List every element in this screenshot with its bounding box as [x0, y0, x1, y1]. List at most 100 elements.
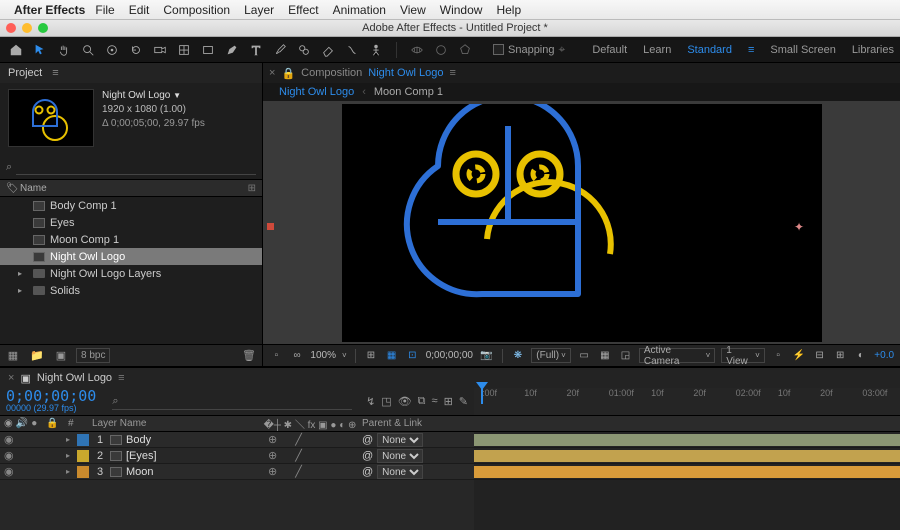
zoom-tool-icon[interactable] — [78, 40, 98, 60]
fast-preview-icon[interactable]: ⚡ — [791, 350, 806, 361]
draft3d-icon[interactable]: ◳ — [381, 395, 391, 408]
safe-zones-icon[interactable]: ⊡ — [405, 350, 420, 361]
video-toggle-icon[interactable]: ◉ — [4, 433, 14, 446]
project-list[interactable]: Body Comp 1EyesMoon Comp 1Night Owl Logo… — [0, 197, 262, 344]
comp-panel-tab[interactable]: × 🔒 Composition Night Owl Logo ≡ — [263, 63, 900, 83]
menu-composition[interactable]: Composition — [163, 3, 230, 17]
mask-icon[interactable] — [431, 40, 451, 60]
pixel-aspect-icon[interactable]: ▫ — [771, 350, 786, 361]
menu-layer[interactable]: Layer — [244, 3, 274, 17]
solo-column-icon[interactable]: ● — [31, 418, 37, 429]
selection-tool-icon[interactable] — [30, 40, 50, 60]
view-select[interactable]: 1 View˅ — [721, 348, 765, 363]
comp-mini-flowchart-icon[interactable]: ↯ — [366, 395, 375, 408]
bpc-toggle[interactable]: 8 bpc — [76, 348, 110, 363]
camera-select[interactable]: Active Camera˅ — [639, 348, 715, 363]
pickwhip-icon[interactable]: @ — [362, 450, 373, 462]
camera-tool-icon[interactable] — [150, 40, 170, 60]
label-color[interactable] — [77, 466, 89, 478]
project-panel-tab[interactable]: Project ≡ — [0, 63, 262, 83]
pan-behind-tool-icon[interactable] — [174, 40, 194, 60]
switches-column[interactable]: �┼ ✱ ＼ fx ▣ ● ◐ ⊕ — [262, 416, 358, 431]
project-item[interactable]: ▸Night Owl Logo Layers — [0, 265, 262, 282]
app-name[interactable]: After Effects — [14, 3, 85, 17]
snapping-toggle[interactable]: Snapping ⌖ — [493, 42, 565, 57]
brush-tool-icon[interactable] — [270, 40, 290, 60]
label-color[interactable] — [77, 434, 89, 446]
layer-row[interactable]: ◉ ▸ 3 Moon ⊕╱ @None — [0, 464, 900, 480]
comp-canvas[interactable] — [342, 104, 822, 342]
project-search-input[interactable] — [16, 159, 256, 175]
lock-column-icon[interactable]: 🔒 — [46, 418, 62, 429]
index-column[interactable]: # — [62, 418, 90, 429]
rectangle-tool-icon[interactable] — [198, 40, 218, 60]
reset-exposure-icon[interactable]: ◐ — [854, 350, 869, 361]
brainstorm-icon[interactable]: ✎ — [459, 395, 468, 408]
3d-icon[interactable]: ◲ — [618, 350, 633, 361]
mask-toggle-icon[interactable]: ∞ — [290, 350, 305, 361]
asset-thumbnail[interactable] — [8, 89, 94, 147]
snapshot-icon[interactable]: 📷 — [479, 350, 494, 361]
pickwhip-icon[interactable]: @ — [362, 466, 373, 478]
crumb-0[interactable]: Night Owl Logo — [271, 86, 362, 98]
zoom-button[interactable] — [38, 23, 48, 33]
label-column-icon[interactable]: 🏷 — [6, 183, 20, 194]
name-column-header[interactable]: Name — [20, 183, 47, 194]
motion-blur-icon[interactable]: ≈ — [432, 395, 438, 408]
close-panel-icon[interactable]: × — [269, 67, 275, 79]
label-color[interactable] — [77, 450, 89, 462]
snapping-checkbox[interactable] — [493, 44, 504, 55]
exposure-value[interactable]: +0.0 — [874, 350, 894, 361]
puppet-tool-icon[interactable] — [366, 40, 386, 60]
menu-view[interactable]: View — [400, 3, 426, 17]
traffic-lights[interactable] — [6, 23, 48, 33]
workspace-libraries[interactable]: Libraries — [852, 44, 894, 56]
video-column-icon[interactable]: ◉ — [4, 418, 13, 429]
grid-icon[interactable]: ⊞ — [364, 350, 379, 361]
workspace-smallscreen[interactable]: Small Screen — [770, 44, 835, 56]
graph-editor-icon[interactable]: ⊞ — [444, 395, 453, 408]
comp-viewer[interactable]: ✦ — [263, 101, 900, 344]
anchor-marker-icon[interactable]: ✦ — [794, 220, 804, 234]
close-button[interactable] — [6, 23, 16, 33]
roi-icon[interactable]: ▭ — [577, 350, 592, 361]
workspace-default[interactable]: Default — [592, 44, 627, 56]
orbit-tool-icon[interactable] — [102, 40, 122, 60]
timeline-search[interactable]: ⌕ — [112, 394, 352, 410]
minimize-button[interactable] — [22, 23, 32, 33]
flowchart-icon[interactable]: ⊞ — [248, 183, 256, 194]
layer-row[interactable]: ◉ ▸ 1 Body ⊕╱ @None — [0, 432, 900, 448]
eraser-tool-icon[interactable] — [318, 40, 338, 60]
audio-column-icon[interactable]: 🔊 — [16, 418, 28, 429]
resolution-select[interactable]: (Full)˅ — [531, 348, 570, 363]
timecode-value[interactable]: 0;00;00;00 — [6, 390, 96, 402]
time-ruler[interactable]: :00f10f20f01:00f10f20f02:00f10f20f03:00f — [474, 388, 900, 415]
video-toggle-icon[interactable]: ◉ — [4, 449, 14, 462]
parent-column[interactable]: Parent & Link — [358, 418, 474, 429]
menu-animation[interactable]: Animation — [333, 3, 386, 17]
menu-help[interactable]: Help — [496, 3, 521, 17]
video-toggle-icon[interactable]: ◉ — [4, 465, 14, 478]
frame-blend-icon[interactable]: ⧉ — [418, 395, 426, 408]
transparency-icon[interactable]: ▦ — [597, 350, 612, 361]
pen-tool-icon[interactable] — [222, 40, 242, 60]
timeline-layers[interactable]: ◉ ▸ 1 Body ⊕╱ @None ◉ ▸ 2 [Eyes] ⊕╱ @Non… — [0, 432, 900, 480]
mesh-icon[interactable] — [407, 40, 427, 60]
project-item[interactable]: Night Owl Logo — [0, 248, 262, 265]
text-tool-icon[interactable] — [246, 40, 266, 60]
guides-icon[interactable]: ▦ — [384, 350, 399, 361]
current-time[interactable]: 0;00;00;00 00000 (29.97 fps) — [6, 390, 96, 414]
panel-menu-icon[interactable]: ≡ — [52, 67, 58, 79]
menu-window[interactable]: Window — [440, 3, 483, 17]
workspace-menu-icon[interactable]: ≡ — [748, 44, 754, 56]
parent-select[interactable]: None — [377, 433, 423, 447]
home-icon[interactable] — [6, 40, 26, 60]
snapping-icon[interactable]: ⌖ — [559, 42, 566, 57]
shape-icon[interactable] — [455, 40, 475, 60]
project-item[interactable]: Moon Comp 1 — [0, 231, 262, 248]
menu-effect[interactable]: Effect — [288, 3, 318, 17]
timeline-columns-header[interactable]: ◉🔊● 🔒 # Layer Name �┼ ✱ ＼ fx ▣ ● ◐ ⊕ Par… — [0, 416, 900, 432]
hide-shy-icon[interactable]: 👁 — [398, 395, 412, 408]
comp-flowchart-icon[interactable]: ⊞ — [833, 350, 848, 361]
pickwhip-icon[interactable]: @ — [362, 434, 373, 446]
